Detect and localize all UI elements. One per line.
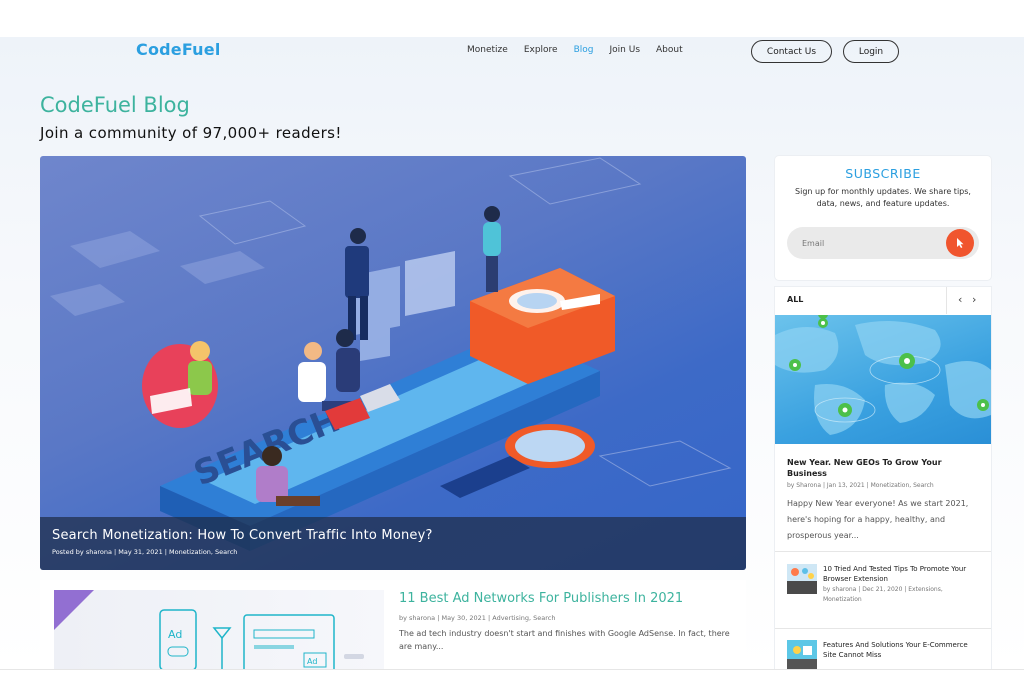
ad-badge-1: Ad <box>168 628 182 641</box>
nav-monetize[interactable]: Monetize <box>467 45 508 55</box>
post-thumbnail <box>787 564 817 594</box>
post-thumbnail <box>787 640 817 669</box>
post-title[interactable]: 10 Tried And Tested Tips To Promote Your… <box>823 564 983 584</box>
nav-explore[interactable]: Explore <box>524 45 558 55</box>
page-title: CodeFuel Blog <box>40 93 190 117</box>
email-input[interactable] <box>802 235 942 251</box>
subscribe-widget: SUBSCRIBE Sign up for monthly updates. W… <box>775 156 991 280</box>
sidebar-posts: ALL ‹ › New Year. New GEOs To Grow Your … <box>775 287 991 669</box>
search-illustration: SEARCH <box>50 157 732 551</box>
post-title[interactable]: Features And Solutions Your E-Commerce S… <box>823 640 983 660</box>
hero-article[interactable]: SEARCH Search Monetization: How To Conve… <box>40 156 746 570</box>
subscribe-description: Sign up for monthly updates. We share ti… <box>795 187 971 208</box>
divider <box>775 628 991 629</box>
featured-post-meta: by Sharona | Jan 13, 2021 | Monetization… <box>787 482 934 489</box>
ad-badge-2: Ad <box>307 657 317 666</box>
hero-title[interactable]: Search Monetization: How To Convert Traf… <box>52 528 734 543</box>
next-arrow-icon[interactable]: › <box>972 293 976 306</box>
nav-blog[interactable]: Blog <box>574 45 594 55</box>
post-meta: by sharona | Dec 21, 2020 | Extensions, … <box>823 586 943 603</box>
subscribe-submit-button[interactable] <box>946 229 974 257</box>
divider <box>775 551 991 552</box>
tab-divider <box>946 287 947 314</box>
email-field-wrapper <box>787 227 979 259</box>
featured-post-excerpt: Happy New Year everyone! As we start 202… <box>787 499 969 540</box>
bottom-bar <box>0 669 1024 689</box>
tab-all[interactable]: ALL <box>787 295 803 304</box>
article-title[interactable]: 11 Best Ad Networks For Publishers In 20… <box>399 591 683 606</box>
nav-join-us[interactable]: Join Us <box>610 45 641 55</box>
article-meta: by sharona | May 30, 2021 | Advertising,… <box>399 614 556 622</box>
cursor-arrow-icon <box>957 238 964 248</box>
article-excerpt: The ad tech industry doesn't start and f… <box>399 629 730 651</box>
world-map-thumbnail <box>775 315 991 444</box>
article-card[interactable]: Ad Ad 11 Best Ad Networks For Publishers… <box>40 580 746 669</box>
nav-about[interactable]: About <box>656 45 683 55</box>
hero-meta: Posted by sharona | May 31, 2021 | Monet… <box>52 548 238 556</box>
featured-post-title[interactable]: New Year. New GEOs To Grow Your Business <box>787 457 982 479</box>
prev-arrow-icon[interactable]: ‹ <box>958 293 962 306</box>
ad-networks-thumbnail: Ad Ad <box>54 590 384 669</box>
hero-caption: Search Monetization: How To Convert Traf… <box>40 517 746 570</box>
page-subtitle: Join a community of 97,000+ readers! <box>40 124 342 142</box>
main-nav: Monetize Explore Blog Join Us About <box>467 45 699 55</box>
subscribe-title: SUBSCRIBE <box>845 166 921 181</box>
contact-us-button[interactable]: Contact Us <box>751 40 832 63</box>
codefuel-logo[interactable]: CodeFuel <box>136 40 221 59</box>
login-button[interactable]: Login <box>843 40 899 63</box>
